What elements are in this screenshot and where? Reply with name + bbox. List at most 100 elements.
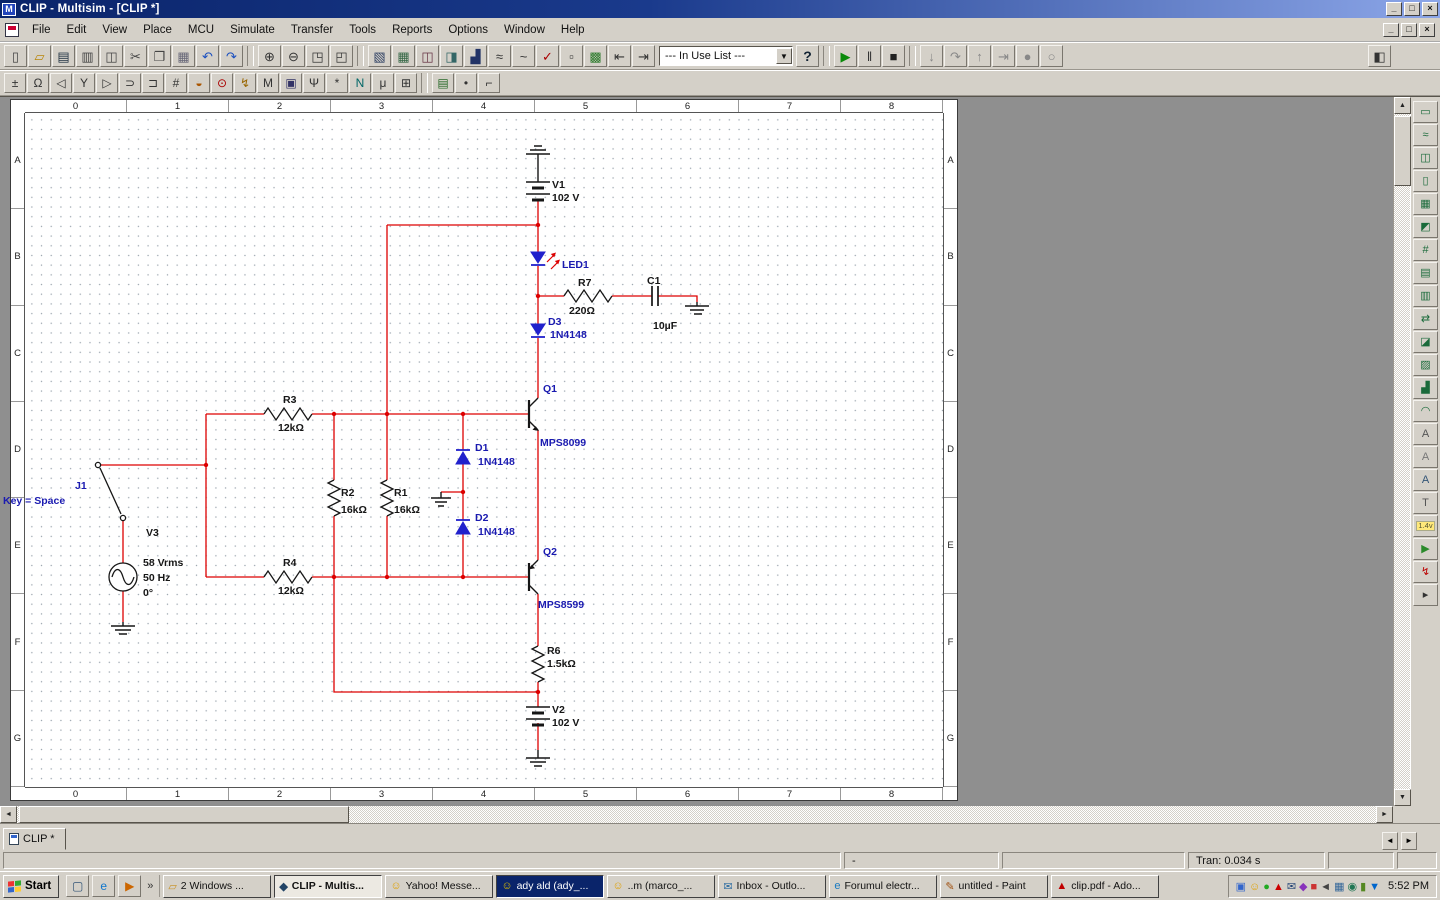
network-analyzer-button[interactable]: ◠: [1413, 400, 1438, 422]
mdi-minimize-button[interactable]: _: [1383, 23, 1399, 37]
instruments-rack-button[interactable]: ▤: [432, 73, 454, 93]
place-source-button[interactable]: ±: [4, 73, 26, 93]
design-toolbox-button[interactable]: ▧: [368, 45, 391, 67]
tab-scroll-right-button[interactable]: ►: [1401, 832, 1417, 850]
label-q2-value[interactable]: MPS8599: [538, 599, 584, 611]
cut-button[interactable]: ✂: [124, 45, 147, 67]
place-basic-button[interactable]: Ω: [27, 73, 49, 93]
menu-item[interactable]: Transfer: [283, 21, 341, 39]
label-c1-value[interactable]: 10µF: [653, 320, 678, 332]
label-c1-ref[interactable]: C1: [647, 275, 661, 287]
schematic-sheet[interactable]: 012345678 012345678 ABCDEFG ABCDEFG: [10, 99, 958, 801]
label-r2-value[interactable]: 16kΩ: [341, 504, 367, 516]
place-electromechanical-button[interactable]: *: [326, 73, 348, 93]
tray-vpn-icon[interactable]: ▼: [1369, 877, 1380, 895]
zoom-area-button[interactable]: ◳: [306, 45, 329, 67]
database-manager-button[interactable]: ◫: [416, 45, 439, 67]
run-to-cursor-button[interactable]: ⇥: [992, 45, 1015, 67]
design-toolbox-toggle-button[interactable]: ◧: [1368, 45, 1391, 67]
menu-item[interactable]: Reports: [384, 21, 440, 39]
task-forum[interactable]: eForumul electr...: [829, 875, 937, 898]
wattmeter-button[interactable]: ◫: [1413, 147, 1438, 169]
word-generator-button[interactable]: ▤: [1413, 262, 1438, 284]
task-acrobat[interactable]: ▲clip.pdf - Ado...: [1051, 875, 1159, 898]
led-led1[interactable]: [531, 252, 545, 265]
place-diode-button[interactable]: ◁: [50, 73, 72, 93]
place-mcu-button[interactable]: μ: [372, 73, 394, 93]
agilent-function-generator-button[interactable]: A: [1413, 423, 1438, 445]
undo-button[interactable]: ↶: [196, 45, 219, 67]
four-channel-oscilloscope-button[interactable]: ▦: [1413, 193, 1438, 215]
label-r1-ref[interactable]: R1: [394, 487, 408, 499]
tab-scroll-left-button[interactable]: ◄: [1382, 832, 1398, 850]
resistor-r7[interactable]: [564, 290, 612, 302]
restore-button[interactable]: □: [1404, 2, 1420, 16]
step-over-button[interactable]: ↷: [944, 45, 967, 67]
place-misc-digital-button[interactable]: #: [165, 73, 187, 93]
horizontal-scroll-thumb[interactable]: [19, 806, 349, 823]
task-multisim[interactable]: ◆CLIP - Multis...: [274, 875, 382, 898]
start-button[interactable]: Start: [3, 875, 59, 898]
diode-d1[interactable]: [456, 450, 470, 464]
label-v3-phase[interactable]: 0°: [143, 587, 153, 599]
task-yahoo-messenger[interactable]: ☺Yahoo! Messe...: [385, 875, 493, 898]
combo-dropdown-icon[interactable]: ▼: [776, 48, 792, 64]
place-junction-button[interactable]: •: [455, 73, 477, 93]
ac-source-v3[interactable]: [109, 563, 137, 591]
print-button[interactable]: ▥: [76, 45, 99, 67]
battery-v1[interactable]: [526, 182, 550, 200]
place-misc-button[interactable]: M: [257, 73, 279, 93]
spectrum-analyzer-button[interactable]: ▟: [1413, 377, 1438, 399]
label-d1-value[interactable]: 1N4148: [478, 456, 515, 468]
place-rf-button[interactable]: Ψ: [303, 73, 325, 93]
resistor-r3[interactable]: [264, 408, 312, 420]
tray-scheduler-icon[interactable]: ◉: [1347, 877, 1357, 895]
breadboard-button[interactable]: ▩: [584, 45, 607, 67]
menu-item[interactable]: Options: [440, 21, 496, 39]
frequency-counter-button[interactable]: #: [1413, 239, 1438, 261]
task-paint[interactable]: ✎untitled - Paint: [940, 875, 1048, 898]
label-r3-value[interactable]: 12kΩ: [278, 422, 304, 434]
label-v3-ref[interactable]: V3: [146, 527, 159, 539]
place-advanced-peripherals-button[interactable]: ▣: [280, 73, 302, 93]
stop-button[interactable]: ■: [882, 45, 905, 67]
menu-item[interactable]: MCU: [180, 21, 222, 39]
multimeter-button[interactable]: ▭: [1413, 101, 1438, 123]
label-d2-ref[interactable]: D2: [475, 512, 489, 524]
postprocessor-button[interactable]: ~: [512, 45, 535, 67]
task-chat-ady[interactable]: ☺ady ald (ady_...: [496, 875, 604, 898]
more-instruments-button[interactable]: ▸: [1413, 584, 1438, 606]
paste-button[interactable]: ▦: [172, 45, 195, 67]
capture-area-button[interactable]: ▫: [560, 45, 583, 67]
task-outlook-inbox[interactable]: ✉Inbox - Outlo...: [718, 875, 826, 898]
tray-volume-icon[interactable]: ◄: [1320, 877, 1331, 895]
label-r7-ref[interactable]: R7: [578, 277, 592, 289]
transistor-q2[interactable]: [529, 560, 539, 594]
menu-item[interactable]: File: [24, 21, 59, 39]
resistor-r6[interactable]: [532, 646, 544, 682]
place-ni-component-button[interactable]: N: [349, 73, 371, 93]
function-generator-button[interactable]: ≈: [1413, 124, 1438, 146]
place-hierarchical-block-button[interactable]: ⊞: [395, 73, 417, 93]
step-out-button[interactable]: ↑: [968, 45, 991, 67]
label-r7-value[interactable]: 220Ω: [569, 305, 595, 317]
breakpoint-button[interactable]: ●: [1016, 45, 1039, 67]
menu-item[interactable]: Simulate: [222, 21, 283, 39]
minimize-button[interactable]: _: [1386, 2, 1402, 16]
labview-instruments-button[interactable]: ▶: [1413, 538, 1438, 560]
wires[interactable]: [101, 200, 697, 750]
in-use-list-combobox[interactable]: --- In Use List --- ▼: [659, 46, 793, 66]
ground-symbols[interactable]: [111, 146, 709, 766]
label-r6-value[interactable]: 1.5kΩ: [547, 658, 576, 670]
task-windows-group[interactable]: ▱2 Windows ...: [163, 875, 271, 898]
diode-d3[interactable]: [531, 324, 545, 337]
tray-network-icon[interactable]: ▦: [1334, 877, 1344, 895]
label-d3-ref[interactable]: D3: [548, 316, 562, 328]
open-button[interactable]: ▱: [28, 45, 51, 67]
label-r3-ref[interactable]: R3: [283, 394, 297, 406]
zoom-fit-button[interactable]: ◰: [330, 45, 353, 67]
copy-button[interactable]: ❐: [148, 45, 171, 67]
label-r4-value[interactable]: 12kΩ: [278, 585, 304, 597]
spreadsheet-view-button[interactable]: ▦: [392, 45, 415, 67]
resistor-r1[interactable]: [381, 480, 393, 516]
